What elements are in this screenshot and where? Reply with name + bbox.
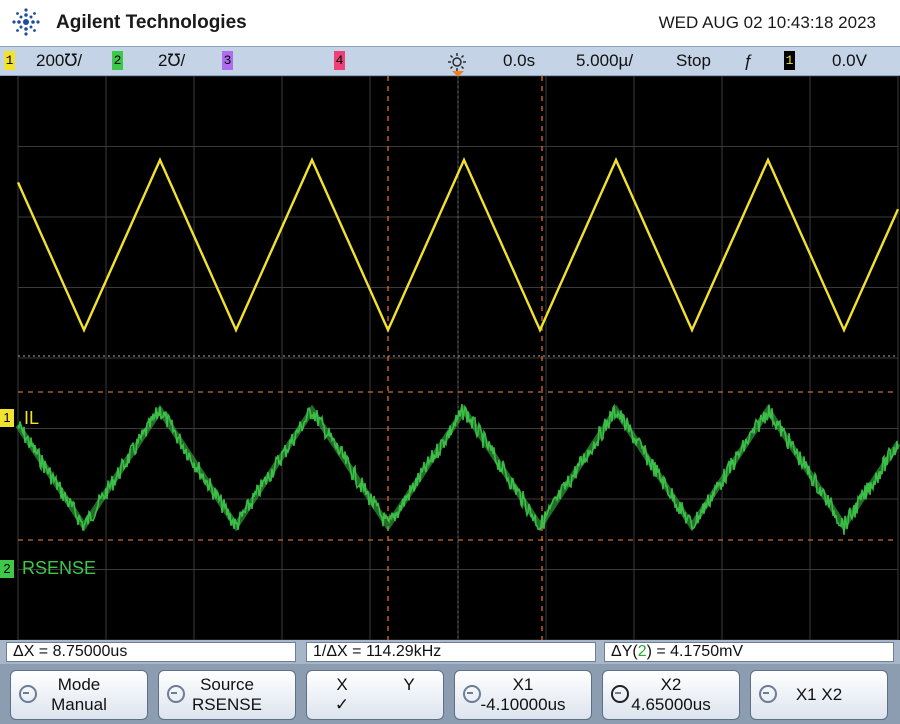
delta-y-suffix: ) = 4.1750mV — [646, 643, 744, 660]
graticule-and-traces — [15, 76, 900, 640]
x1-value: -4.10000us — [480, 695, 566, 714]
x1-label: X1 — [512, 675, 534, 694]
y-label: Y — [403, 675, 415, 694]
x-label: X — [336, 675, 348, 694]
delta-y-prefix: ΔY( — [611, 643, 638, 660]
trigger-sun-icon[interactable] — [446, 52, 468, 72]
timebase-scale[interactable]: 5.000µ/ — [576, 51, 633, 71]
waveform-display[interactable]: 1 IL 2 RSENSE — [0, 76, 900, 640]
x1-x2-label: X1 X2 — [795, 685, 843, 704]
mode-value: Manual — [51, 695, 107, 714]
mode-label: Mode — [57, 675, 101, 694]
delta-x-readout: ΔX = 8.75000us — [6, 642, 296, 662]
status-bar: 1 200℧/ 2 2℧/ 3 4 0.0s 5.000µ/ Stop ƒ 1 … — [0, 46, 900, 77]
source-value: RSENSE — [192, 695, 262, 714]
trigger-edge-icon[interactable]: ƒ — [743, 51, 752, 71]
ch3-indicator[interactable]: 3 — [222, 51, 233, 70]
ch2-trace-label: RSENSE — [22, 558, 97, 578]
x2-softkey[interactable]: X2 4.65000us — [602, 670, 740, 720]
ch1-ground-marker[interactable]: 1 — [0, 409, 14, 427]
x2-value: 4.65000us — [631, 695, 711, 714]
trigger-level[interactable]: 0.0V — [832, 51, 867, 71]
x2-label: X2 — [660, 675, 682, 694]
inverse-delta-x-readout: 1/ΔX = 114.29kHz — [306, 642, 596, 662]
ch1-scale[interactable]: 200℧/ — [36, 51, 82, 71]
source-softkey[interactable]: Source RSENSE — [158, 670, 296, 720]
brand-name: Agilent Technologies — [56, 12, 247, 33]
mode-softkey[interactable]: Mode Manual — [10, 670, 148, 720]
delta-y-readout: ΔY(2) = 4.1750mV — [604, 642, 894, 662]
source-label: Source — [200, 675, 254, 694]
ch2-ground-marker[interactable]: 2 — [0, 560, 14, 578]
run-state[interactable]: Stop — [676, 51, 711, 71]
softkey-bar: Mode Manual Source RSENSE X Y ✓ X1 -4.10… — [0, 664, 900, 724]
x1-x2-softkey[interactable]: X1 X2 — [750, 670, 888, 720]
delta-y-channel: 2 — [637, 643, 647, 660]
ch1-trace-label: IL — [24, 408, 40, 428]
xy-softkey[interactable]: X Y ✓ — [306, 670, 444, 720]
ch2-scale[interactable]: 2℧/ — [158, 51, 185, 71]
x1-softkey[interactable]: X1 -4.10000us — [454, 670, 592, 720]
horizontal-delay[interactable]: 0.0s — [503, 51, 535, 71]
trigger-source[interactable]: 1 — [784, 51, 795, 70]
agilent-spark-icon — [12, 8, 40, 36]
date-time: WED AUG 02 10:43:18 2023 — [658, 13, 876, 32]
ch4-indicator[interactable]: 4 — [334, 51, 345, 70]
x-selected-check-icon: ✓ — [334, 695, 350, 714]
ch1-indicator[interactable]: 1 — [4, 51, 15, 70]
measurement-bar: ΔX = 8.75000us 1/ΔX = 114.29kHz ΔY(2) = … — [0, 640, 900, 664]
ch2-indicator[interactable]: 2 — [112, 51, 123, 70]
header-bar: Agilent Technologies WED AUG 02 10:43:18… — [0, 0, 900, 46]
